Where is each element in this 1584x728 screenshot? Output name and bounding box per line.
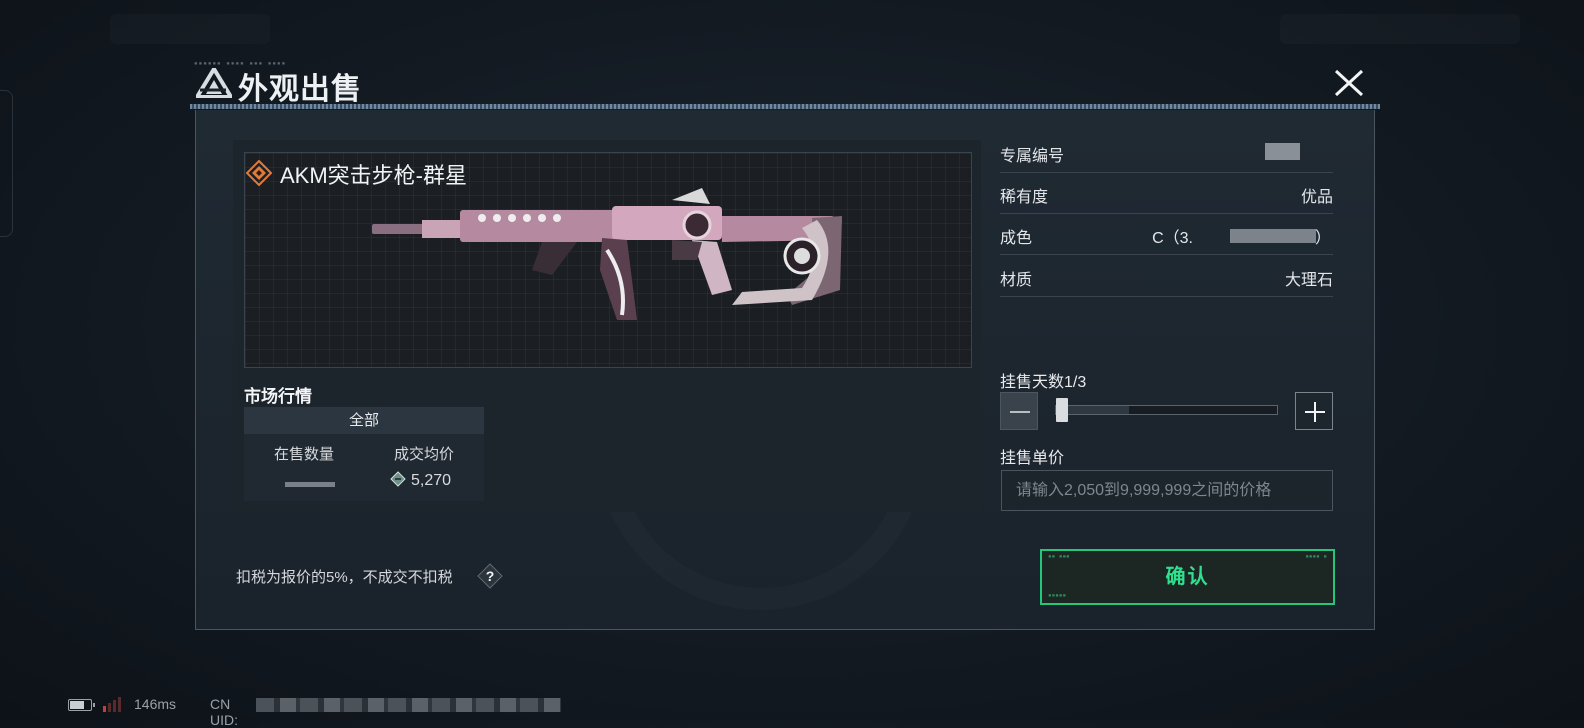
confirm-button[interactable]: 确认 ▪▪ ▪▪▪ ▪▪▪▪ ▪ ▪▪▪▪▪ (1040, 549, 1335, 605)
minus-icon (1010, 411, 1030, 413)
uid-label: CN UID: (210, 696, 238, 728)
property-label: 稀有度 (1000, 189, 1049, 206)
coupon-currency-icon (390, 471, 406, 487)
slider-thumb[interactable] (1056, 398, 1068, 422)
help-glyph: ? (486, 568, 495, 584)
listing-days-label: 挂售天数1/3 (1000, 374, 1087, 391)
plus-icon-vertical (1314, 402, 1316, 422)
modal-title: 外观出售 (238, 73, 362, 106)
listing-price-label: 挂售单价 (1000, 450, 1065, 467)
background-blur-block (110, 14, 270, 44)
property-value: 优品 (1300, 189, 1333, 206)
close-x-icon[interactable] (1332, 68, 1366, 98)
wear-value-redacted (1230, 229, 1316, 243)
tax-note: 扣税为报价的5%，不成交不扣税 (236, 569, 453, 586)
average-price-label: 成交均价 (393, 446, 454, 463)
decrease-days-button[interactable] (1000, 392, 1038, 430)
property-material: 材质 大理石 (1000, 256, 1333, 297)
game-logo-icon (196, 68, 232, 98)
wear-value-prefix: C（3. (1152, 230, 1193, 247)
property-exclusive-id: 专属编号 (1000, 132, 1333, 173)
button-decoration: ▪▪ ▪▪▪ (1048, 553, 1070, 560)
market-section-title: 市场行情 (244, 387, 312, 406)
wear-value-suffix: ） (1314, 230, 1331, 247)
property-rarity: 稀有度 优品 (1000, 173, 1333, 214)
exclusive-id-redacted (1265, 143, 1300, 160)
on-sale-quantity-redacted (285, 482, 335, 487)
market-stats-box: 全部 在售数量 成交均价 5,270 (244, 407, 484, 501)
button-decoration: ▪▪▪▪ ▪ (1305, 553, 1327, 560)
battery-icon (68, 699, 95, 711)
modal-header: ▪▪▪▪▪▪ ▪▪▪▪ ▪▪▪ ▪▪▪▪ 外观出售 (190, 58, 1380, 110)
average-price: 5,270 (389, 470, 451, 490)
weapon-skin-image (372, 188, 842, 320)
listing-days-slider[interactable] (1055, 405, 1278, 415)
header-stripe (190, 104, 1380, 109)
listing-price-input[interactable] (1001, 470, 1333, 511)
on-sale-quantity-label: 在售数量 (273, 446, 334, 463)
rarity-diamond-icon (246, 160, 272, 186)
market-tab-all[interactable]: 全部 (244, 407, 484, 434)
property-value: 大理石 (1284, 272, 1333, 289)
background-blur-block (1280, 14, 1520, 44)
uid-redacted (256, 698, 561, 712)
property-label: 成色 (1000, 230, 1033, 247)
button-decoration: ▪▪▪▪▪ (1048, 592, 1067, 599)
property-label: 专属编号 (1000, 148, 1065, 165)
confirm-label: 确认 (1165, 566, 1210, 588)
ping-value: 146ms (134, 696, 177, 712)
side-drawer-handle[interactable] (0, 90, 13, 237)
help-question-icon[interactable]: ? (477, 563, 503, 589)
property-label: 材质 (1000, 272, 1033, 289)
average-price-value: 5,270 (411, 472, 452, 489)
signal-strength-icon (103, 697, 121, 712)
property-wear: 成色 C（3. ） (1000, 214, 1333, 255)
increase-days-button[interactable] (1295, 392, 1333, 430)
